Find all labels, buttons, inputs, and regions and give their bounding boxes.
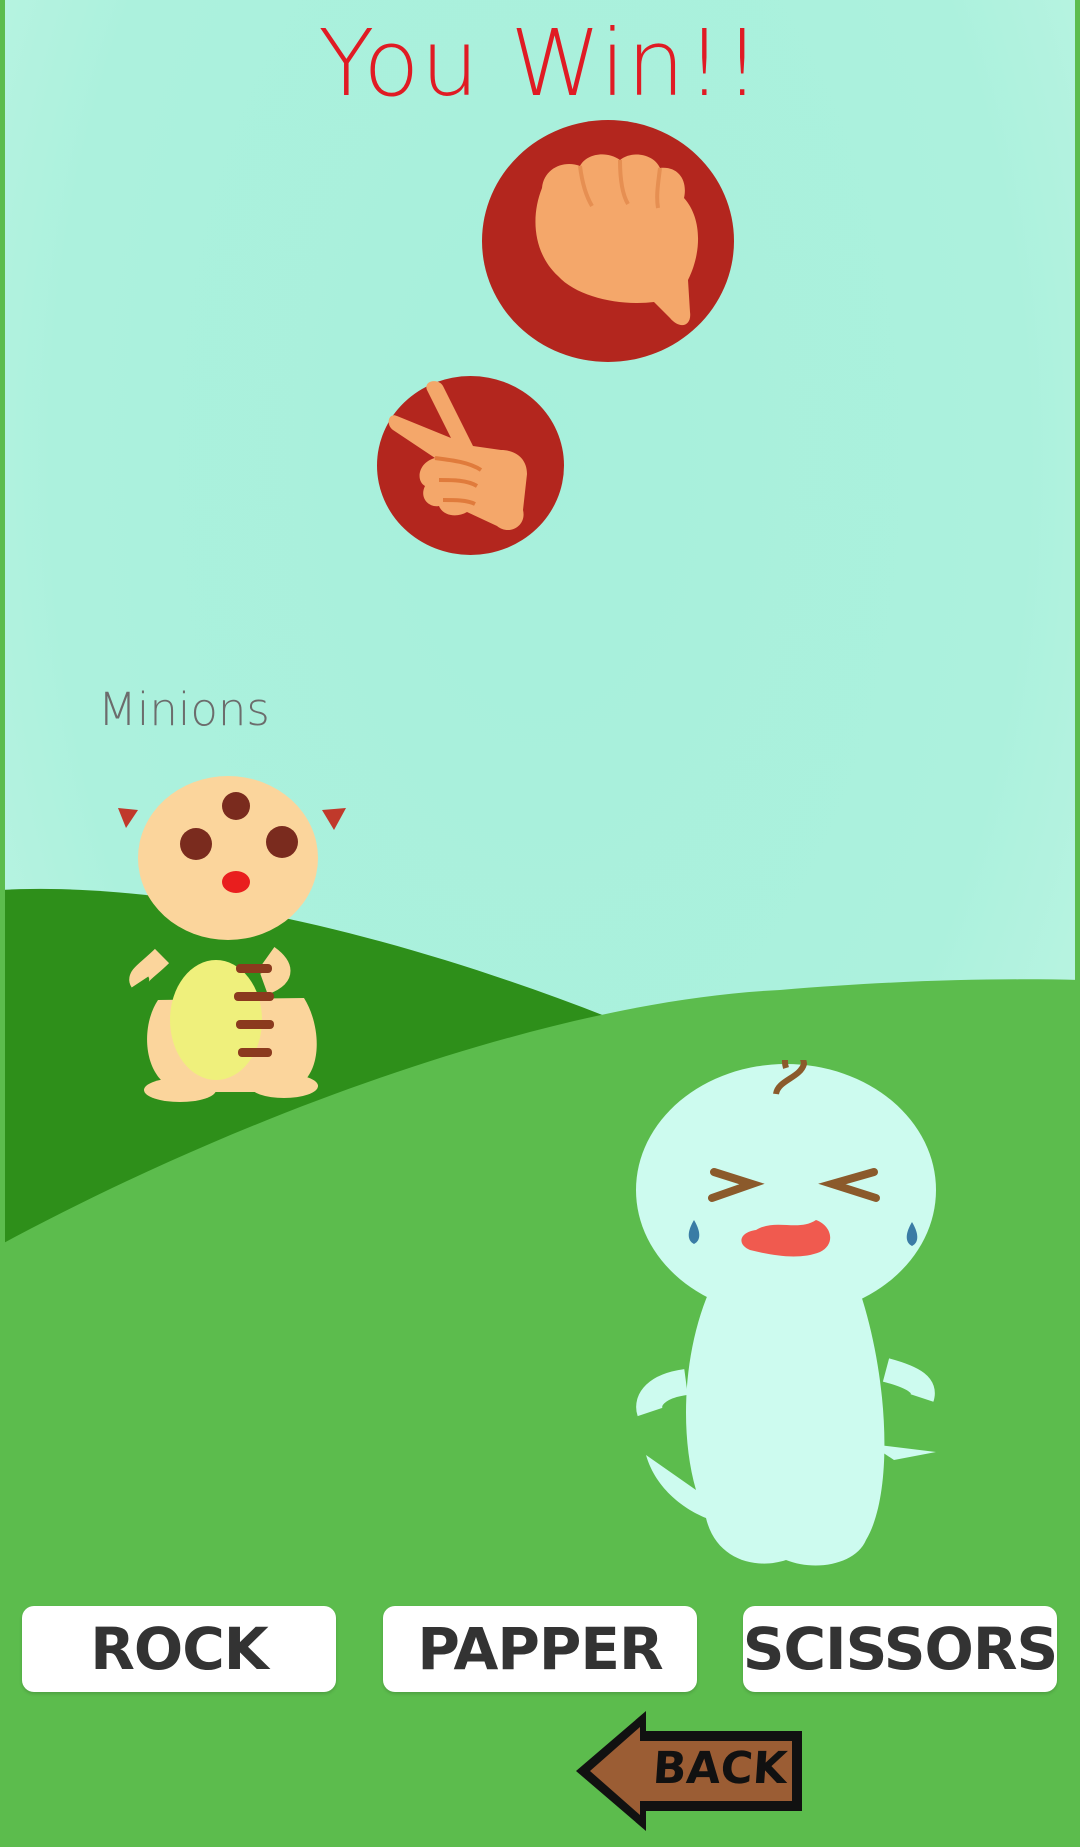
result-text: You Win!! <box>318 10 762 117</box>
scissors-button[interactable]: SCISSORS <box>743 1606 1058 1692</box>
paper-button[interactable]: PAPPER <box>383 1606 697 1692</box>
player-choice <box>482 120 734 362</box>
back-button[interactable]: BACK <box>570 1705 810 1841</box>
scissors-hand-icon <box>388 381 527 531</box>
opponent-name: Minions <box>98 683 270 736</box>
back-label: BACK <box>651 1743 789 1794</box>
minion-character <box>118 776 346 1102</box>
crying-player-character <box>636 1060 936 1566</box>
right-border <box>1075 0 1080 1847</box>
left-border <box>0 0 5 1847</box>
rock-button[interactable]: ROCK <box>22 1606 336 1692</box>
game-scene: You Win!! Minions ROCK PAPPER SCISSORS B… <box>0 0 1080 1847</box>
rock-hand-icon <box>535 154 699 326</box>
opponent-choice <box>377 376 564 555</box>
